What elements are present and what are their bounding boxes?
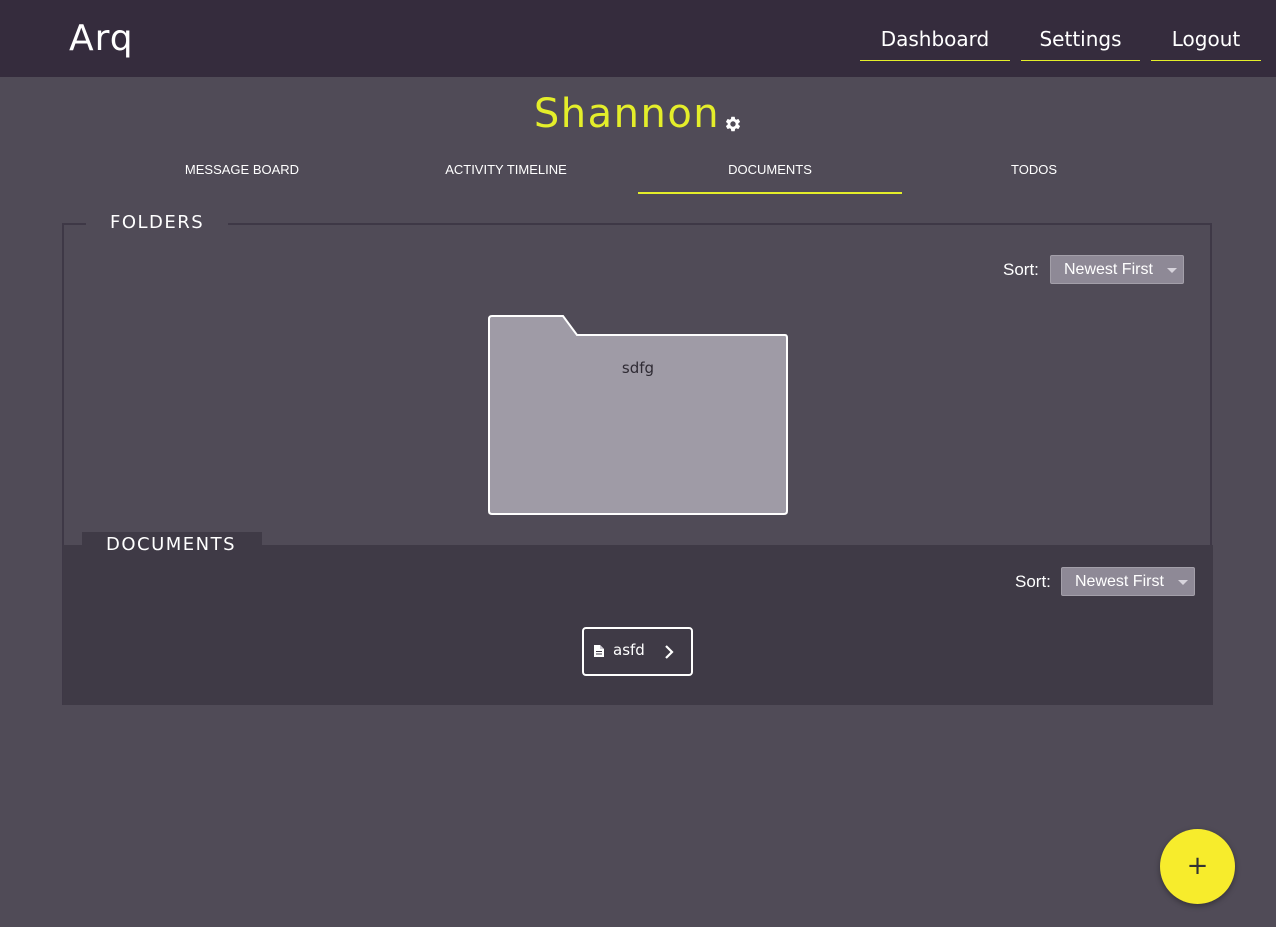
nav-dashboard-link[interactable]: Dashboard (860, 22, 1010, 61)
documents-sort-label: Sort: (1015, 572, 1051, 591)
caret-down-icon (1178, 580, 1188, 585)
documents-sort-select[interactable]: Newest First (1061, 567, 1195, 596)
project-tabs: MESSAGE BOARD ACTIVITY TIMELINE DOCUMENT… (110, 150, 1166, 194)
tab-documents[interactable]: DOCUMENTS (638, 150, 902, 194)
document-item[interactable]: asfd (582, 627, 693, 676)
folders-sort-value: Newest First (1064, 261, 1153, 278)
documents-sort-value: Newest First (1075, 573, 1164, 590)
app-logo[interactable]: Arq (69, 17, 134, 61)
folder-name: sdfg (621, 359, 655, 377)
caret-down-icon (1167, 268, 1177, 273)
folder-icon (488, 315, 788, 515)
chevron-right-icon (665, 645, 674, 659)
document-name: asfd (613, 641, 645, 659)
add-fab-button[interactable]: + (1160, 829, 1235, 904)
document-icon (594, 645, 604, 657)
folders-sort-label: Sort: (1003, 260, 1039, 279)
tab-todos[interactable]: TODOS (902, 150, 1166, 192)
documents-panel (63, 545, 1213, 705)
folders-heading: FOLDERS (86, 211, 229, 235)
plus-icon: + (1186, 851, 1209, 881)
nav-settings-link[interactable]: Settings (1021, 22, 1140, 61)
project-title: Shannon (533, 91, 721, 137)
project-title-row: Shannon (0, 88, 1276, 140)
tab-activity-timeline[interactable]: ACTIVITY TIMELINE (374, 150, 638, 192)
nav-logout-link[interactable]: Logout (1151, 22, 1261, 61)
folder-item[interactable]: sdfg (488, 315, 788, 515)
tab-message-board[interactable]: MESSAGE BOARD (110, 150, 374, 192)
documents-heading: DOCUMENTS (106, 534, 237, 555)
top-navbar: Arq Dashboard Settings Logout (0, 0, 1276, 77)
folders-sort-select[interactable]: Newest First (1050, 255, 1184, 284)
gear-icon[interactable] (724, 115, 742, 133)
